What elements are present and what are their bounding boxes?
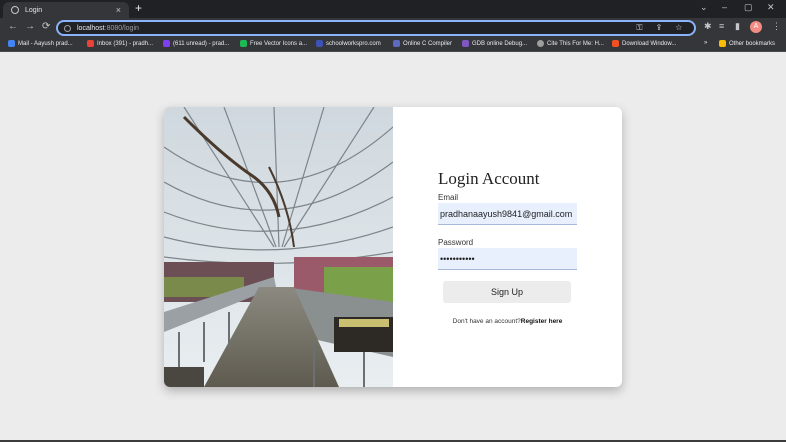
yahoo-icon	[163, 40, 170, 47]
close-tab-icon[interactable]: ×	[116, 5, 121, 15]
browser-toolbar: ← → ⟳ localhost:8080/login ⚿ ⇪ ☆ ✱ ≡ ▮ ⋮	[0, 18, 786, 38]
gdb-icon	[462, 40, 469, 47]
login-card: Login Account Email pradhanaayush9841@gm…	[164, 107, 622, 387]
address-bar[interactable]: localhost:8080/login ⚿ ⇪ ☆	[56, 20, 696, 36]
globe-icon	[11, 6, 19, 14]
compiler-icon	[393, 40, 400, 47]
close-window-button[interactable]: ✕	[767, 2, 775, 13]
bookmarks-bar: Mail - Aayush prad... Inbox (391) - prad…	[0, 38, 786, 52]
side-panel-icon[interactable]: ▮	[735, 21, 740, 32]
url-path: :8080/login	[104, 24, 139, 32]
url-host: localhost	[77, 24, 105, 32]
tab-title: Login	[25, 6, 43, 14]
omnibox-action-icons[interactable]: ⚿ ⇪ ☆	[636, 23, 688, 33]
media-icon[interactable]: ≡	[719, 21, 724, 31]
bookmark-item[interactable]: Free Vector Icons a...	[240, 40, 307, 47]
email-field[interactable]: pradhanaayush9841@gmail.com	[438, 203, 577, 225]
page-title: Login Account	[438, 169, 540, 188]
login-form: Login Account Email pradhanaayush9841@gm…	[393, 107, 622, 387]
extensions-icon[interactable]: ✱	[704, 21, 712, 32]
register-prompt: Don't have an account?Register here	[393, 318, 622, 325]
cite-icon	[537, 40, 544, 47]
other-bookmarks[interactable]: Other bookmarks	[719, 40, 775, 47]
tab-login[interactable]: Login ×	[3, 2, 129, 18]
bookmark-item[interactable]: Download Window...	[612, 40, 676, 47]
bookmark-item[interactable]: Mail - Aayush prad...	[8, 40, 73, 47]
mail-icon	[8, 40, 15, 47]
sign-up-button[interactable]: Sign Up	[443, 281, 571, 303]
greenhouse-image	[164, 107, 393, 387]
register-link[interactable]: Register here	[521, 318, 563, 325]
minimize-button[interactable]: –	[722, 2, 727, 12]
password-field[interactable]: •••••••••••	[438, 248, 577, 270]
password-label: Password	[438, 238, 474, 247]
register-prompt-text: Don't have an account?	[452, 318, 521, 325]
folder-icon	[719, 40, 726, 47]
maximize-button[interactable]: ▢	[744, 2, 753, 13]
gmail-icon	[87, 40, 94, 47]
profile-avatar[interactable]: A	[750, 21, 762, 33]
bookmark-item[interactable]: GDB online Debug...	[462, 40, 527, 47]
bookmark-item[interactable]: (611 unread) - prad...	[163, 40, 229, 47]
back-arrow-icon[interactable]: ←	[8, 21, 18, 32]
tab-search-icon[interactable]: ⌄	[700, 2, 708, 13]
menu-kebab-icon[interactable]: ⋮	[772, 21, 781, 32]
forward-arrow-icon[interactable]: →	[25, 21, 35, 32]
bookmark-item[interactable]: Inbox (391) - pradh...	[87, 40, 153, 47]
email-label: Email	[438, 193, 459, 202]
bookmark-item[interactable]: Online C Compiler	[393, 40, 452, 47]
bookmark-item[interactable]: schoolworkspro.com	[316, 40, 381, 47]
freepik-icon	[240, 40, 247, 47]
bookmarks-overflow-icon[interactable]: »	[704, 40, 707, 46]
bookmark-item[interactable]: Cite This For Me: H...	[537, 40, 604, 47]
browser-tab-strip: Login × + ⌄ – ▢ ✕	[0, 0, 786, 18]
school-icon	[316, 40, 323, 47]
new-tab-button[interactable]: +	[135, 1, 142, 15]
windows-icon	[612, 40, 619, 47]
site-info-icon[interactable]	[64, 24, 71, 32]
reload-icon[interactable]: ⟳	[42, 21, 50, 32]
